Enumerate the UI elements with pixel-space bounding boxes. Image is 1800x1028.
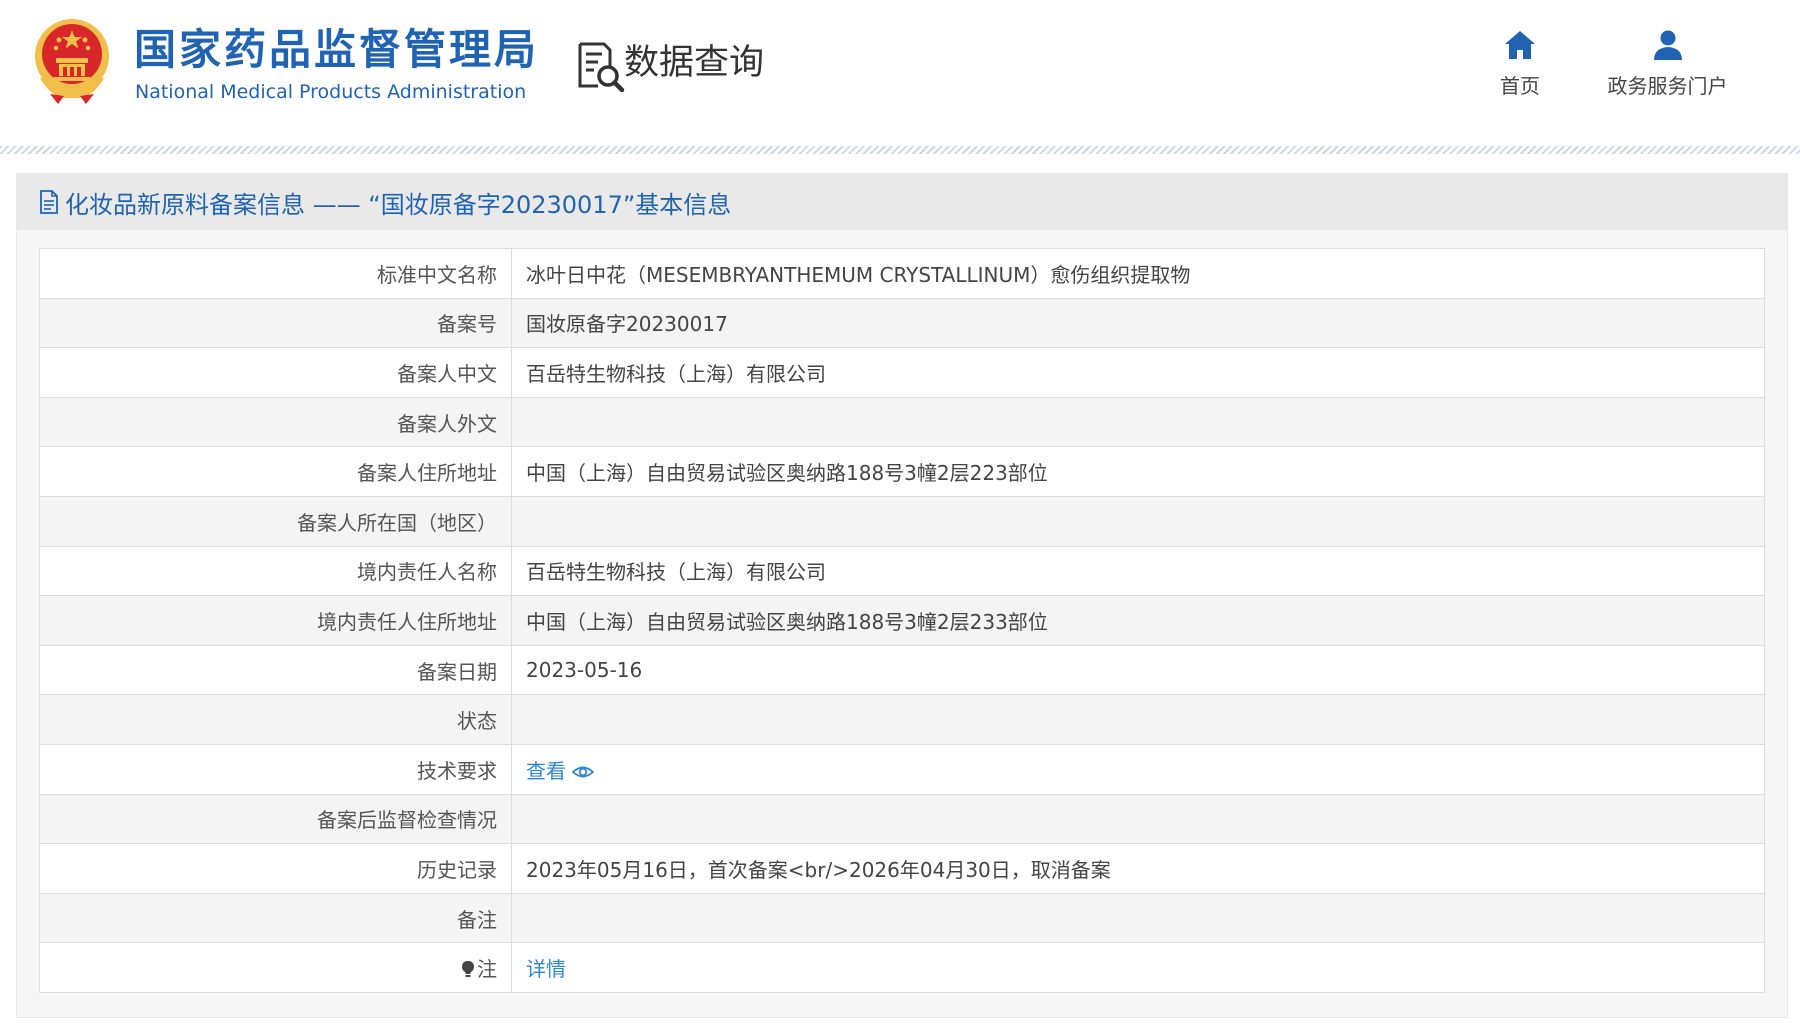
table-row: 备案人中文 百岳特生物科技（上海）有限公司 (39, 347, 1765, 398)
national-emblem-icon (35, 19, 109, 104)
table-row: 备案后监督检查情况 (39, 793, 1765, 845)
row-label: 备案号 (39, 297, 512, 349)
data-query-title: 数据查询 (624, 43, 765, 83)
table-row: 备案人外文 (39, 396, 1765, 448)
row-value: 百岳特生物科技（上海）有限公司 (511, 545, 1765, 597)
document-search-icon (578, 42, 625, 92)
table-row: 注 详情 (39, 942, 1765, 993)
site-header: 国家药品监督管理局 National Medical Products Admi… (0, 0, 1800, 148)
nav-home-label: 首页 (1500, 74, 1540, 98)
row-label: 备注 (39, 892, 512, 944)
row-label: 注 (39, 942, 512, 993)
nav-service-portal-label: 政务服务门户 (1607, 74, 1728, 98)
row-value (511, 793, 1765, 845)
row-value: 查看 (511, 743, 1765, 795)
row-label: 技术要求 (39, 743, 512, 795)
row-value (511, 892, 1765, 944)
row-label: 境内责任人名称 (39, 545, 512, 597)
row-label: 备案人所在国（地区） (39, 495, 512, 547)
view-link-label: 查看 (526, 758, 566, 783)
table-row: 境内责任人名称 百岳特生物科技（上海）有限公司 (39, 545, 1765, 597)
table-row: 备注 (39, 892, 1765, 944)
row-value: 详情 (511, 942, 1765, 993)
nav-service-portal-link[interactable]: 政务服务门户 (1595, 28, 1740, 99)
row-label: 境内责任人住所地址 (39, 595, 512, 646)
panel-header: 化妆品新原料备案信息 —— “国妆原备字20230017”基本信息 (17, 174, 1787, 230)
home-icon (1505, 31, 1535, 59)
panel-title: 化妆品新原料备案信息 —— “国妆原备字20230017”基本信息 (65, 190, 732, 219)
row-label: 历史记录 (39, 843, 512, 894)
record-info-panel: 化妆品新原料备案信息 —— “国妆原备字20230017”基本信息 标准中文名称… (16, 173, 1788, 1018)
row-value: 百岳特生物科技（上海）有限公司 (511, 347, 1765, 398)
view-tech-requirements-link[interactable]: 查看 (526, 759, 594, 783)
info-table: 标准中文名称 冰叶日中花（MESEMBRYANTHEMUM CRYSTALLIN… (39, 248, 1765, 993)
table-row: 备案日期 2023-05-16 (39, 644, 1765, 696)
table-row: 备案人所在国（地区） (39, 495, 1765, 547)
nav-home-link[interactable]: 首页 (1490, 28, 1550, 99)
row-value: 中国（上海）自由贸易试验区奥纳路188号3幢2层233部位 (511, 595, 1765, 646)
agency-name-cn: 国家药品监督管理局 (134, 25, 540, 74)
table-row: 历史记录 2023年05月16日，首次备案<br/>2026年04月30日，取消… (39, 843, 1765, 894)
row-label: 备案人中文 (39, 347, 512, 398)
row-value: 2023年05月16日，首次备案<br/>2026年04月30日，取消备案 (511, 843, 1765, 894)
table-row: 技术要求 查看 (39, 743, 1765, 795)
table-row: 标准中文名称 冰叶日中花（MESEMBRYANTHEMUM CRYSTALLIN… (39, 248, 1765, 299)
lightbulb-icon (462, 961, 474, 978)
note-label: 注 (477, 957, 497, 982)
row-label: 备案后监督检查情况 (39, 793, 512, 845)
row-label: 备案人外文 (39, 396, 512, 448)
row-value: 2023-05-16 (511, 644, 1765, 696)
agency-name-en: National Medical Products Administration (135, 81, 527, 103)
row-value (511, 694, 1765, 745)
details-link[interactable]: 详情 (526, 957, 566, 981)
row-value (511, 396, 1765, 448)
row-label: 备案人住所地址 (39, 446, 512, 497)
table-row: 境内责任人住所地址 中国（上海）自由贸易试验区奥纳路188号3幢2层233部位 (39, 595, 1765, 646)
header-divider (0, 146, 1800, 154)
row-value: 国妆原备字20230017 (511, 297, 1765, 349)
table-row: 状态 (39, 694, 1765, 745)
document-icon (40, 190, 58, 214)
row-value: 冰叶日中花（MESEMBRYANTHEMUM CRYSTALLINUM）愈伤组织… (511, 248, 1765, 299)
table-row: 备案号 国妆原备字20230017 (39, 297, 1765, 349)
row-label: 状态 (39, 694, 512, 745)
eye-icon (572, 766, 594, 778)
table-row: 备案人住所地址 中国（上海）自由贸易试验区奥纳路188号3幢2层223部位 (39, 446, 1765, 497)
row-value: 中国（上海）自由贸易试验区奥纳路188号3幢2层223部位 (511, 446, 1765, 497)
row-label: 备案日期 (39, 644, 512, 696)
row-label: 标准中文名称 (39, 248, 512, 299)
row-value (511, 495, 1765, 547)
user-icon (1653, 30, 1682, 60)
